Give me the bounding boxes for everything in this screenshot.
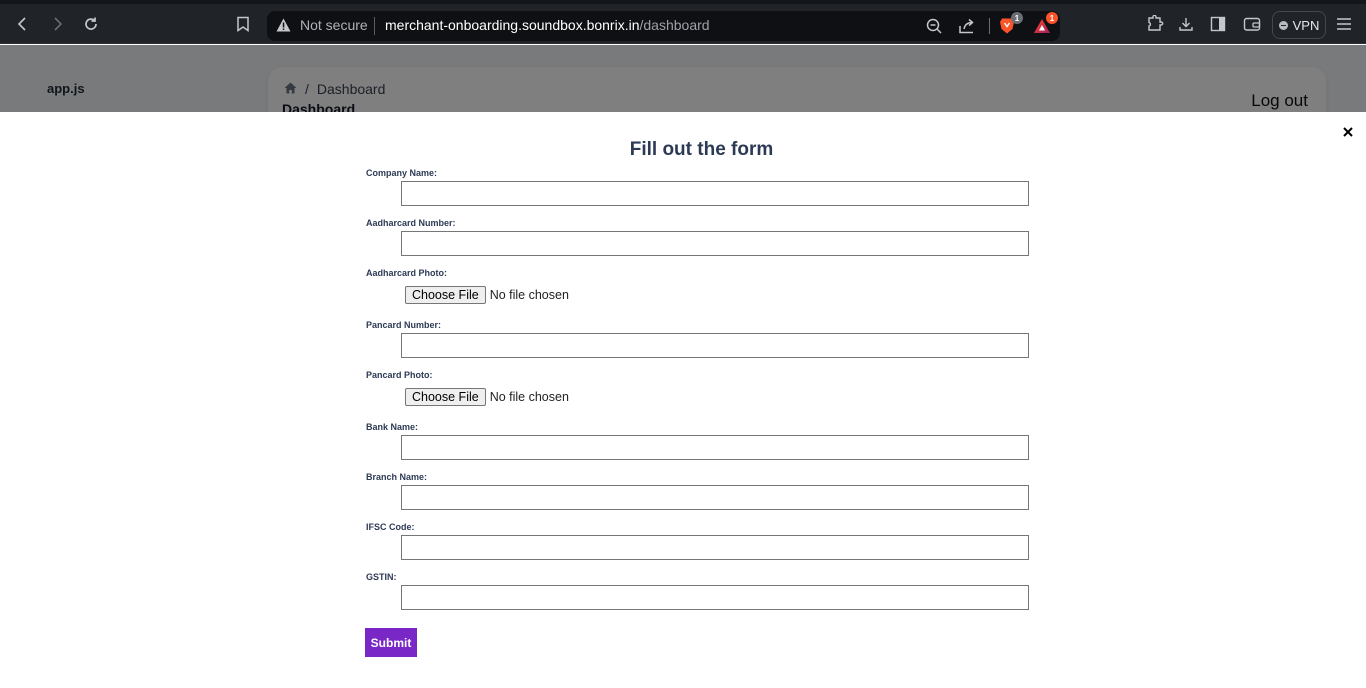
gstin-label: GSTIN: bbox=[366, 572, 397, 582]
rewards-badge: 1 bbox=[1046, 12, 1058, 24]
gstin-input[interactable] bbox=[401, 585, 1029, 610]
pancard-file-status: No file chosen bbox=[489, 390, 569, 404]
aadharcard-photo-label: Aadharcard Photo: bbox=[366, 268, 448, 278]
wallet-icon[interactable] bbox=[1240, 12, 1264, 36]
vpn-label: VPN bbox=[1292, 17, 1320, 33]
vpn-status-icon bbox=[1278, 20, 1288, 30]
form-title: Fill out the form bbox=[629, 139, 774, 160]
url-actions-divider bbox=[989, 18, 990, 34]
ifsc-code-label: IFSC Code: bbox=[366, 522, 415, 532]
url-divider bbox=[374, 17, 375, 35]
security-status[interactable]: Not secure bbox=[300, 17, 368, 33]
company-name-input[interactable] bbox=[401, 181, 1029, 206]
sidebar-icon[interactable] bbox=[1206, 12, 1230, 36]
pancard-choose-file-button[interactable]: Choose File bbox=[405, 388, 486, 406]
browser-toolbar: Not secure merchant-onboarding.soundbox.… bbox=[0, 4, 1366, 44]
aadharcard-choose-file-button[interactable]: Choose File bbox=[405, 286, 486, 304]
extensions-icon[interactable] bbox=[1143, 12, 1167, 36]
bank-name-label: Bank Name: bbox=[366, 422, 419, 432]
brave-rewards-icon[interactable]: 1 bbox=[1030, 12, 1058, 38]
zoom-out-icon[interactable] bbox=[922, 14, 946, 38]
pancard-photo-file-input[interactable]: Choose File No file chosen bbox=[405, 388, 569, 406]
warning-icon bbox=[276, 18, 291, 37]
brave-shields-icon[interactable]: 1 bbox=[995, 12, 1023, 38]
ifsc-code-input[interactable] bbox=[401, 535, 1029, 560]
aadharcard-photo-file-input[interactable]: Choose File No file chosen bbox=[405, 286, 569, 304]
share-icon[interactable] bbox=[955, 14, 979, 38]
address-bar[interactable]: Not secure merchant-onboarding.soundbox.… bbox=[267, 11, 1060, 41]
vpn-button[interactable]: VPN bbox=[1272, 11, 1326, 39]
reload-icon[interactable] bbox=[79, 12, 103, 36]
bookmark-icon[interactable] bbox=[231, 12, 255, 36]
url-host: merchant-onboarding.soundbox.bonrix.in bbox=[385, 17, 640, 33]
bank-name-input[interactable] bbox=[401, 435, 1029, 460]
aadharcard-file-status: No file chosen bbox=[489, 288, 569, 302]
form-modal: Fill out the form Company Name: Aadharca… bbox=[0, 112, 1366, 688]
pancard-number-input[interactable] bbox=[401, 333, 1029, 358]
branch-name-input[interactable] bbox=[401, 485, 1029, 510]
close-icon[interactable] bbox=[1340, 124, 1356, 140]
url-path: /dashboard bbox=[639, 17, 710, 33]
pancard-number-label: Pancard Number: bbox=[366, 320, 442, 330]
aadharcard-number-input[interactable] bbox=[401, 231, 1029, 256]
shields-badge: 1 bbox=[1011, 12, 1023, 24]
forward-icon[interactable] bbox=[45, 12, 69, 36]
company-name-label: Company Name: bbox=[366, 168, 438, 178]
download-icon[interactable] bbox=[1174, 12, 1198, 36]
pancard-photo-label: Pancard Photo: bbox=[366, 370, 433, 380]
aadharcard-number-label: Aadharcard Number: bbox=[366, 218, 456, 228]
branch-name-label: Branch Name: bbox=[366, 472, 428, 482]
back-icon[interactable] bbox=[11, 12, 35, 36]
menu-icon[interactable] bbox=[1332, 12, 1356, 36]
submit-button[interactable]: Submit bbox=[365, 628, 417, 657]
url-text[interactable]: merchant-onboarding.soundbox.bonrix.in/d… bbox=[385, 17, 710, 33]
